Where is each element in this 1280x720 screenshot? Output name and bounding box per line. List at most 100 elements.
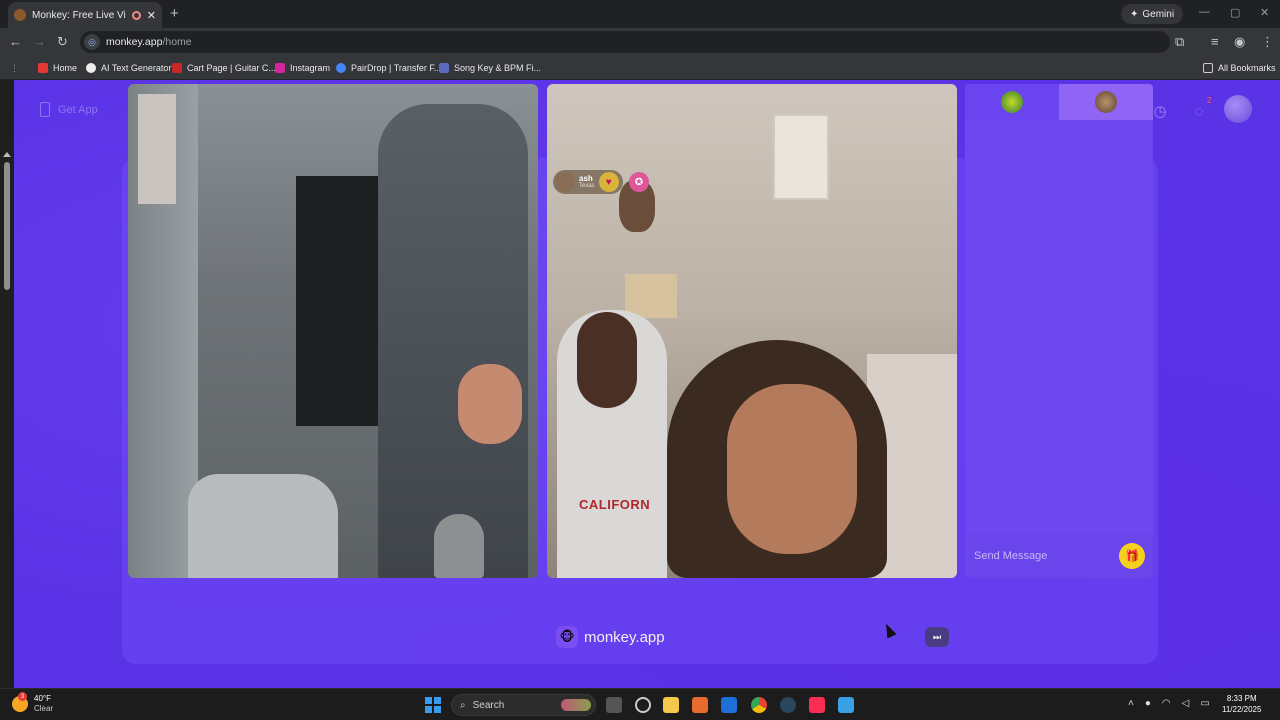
wall-frame [773, 114, 829, 200]
sparkle-icon: ✦ [1130, 8, 1139, 20]
weather-widget[interactable]: 3 40°F Clear [12, 692, 53, 714]
clock-time: 8:33 PM [1226, 694, 1257, 703]
window [138, 94, 176, 204]
bookmark-songkey[interactable]: Song Key & BPM Fi... [439, 61, 541, 75]
volume-icon[interactable]: ◁ [1182, 698, 1190, 709]
plastic-bag [188, 474, 338, 578]
scroll-up-arrow[interactable] [3, 152, 11, 157]
hand [458, 364, 522, 444]
scrollbar-thumb[interactable] [4, 162, 10, 290]
monkey-logo-icon: 🐵 [556, 626, 578, 648]
media-icon[interactable]: ≡ [1211, 34, 1219, 50]
cart-icon [172, 63, 182, 73]
tab-chat-a[interactable] [965, 84, 1059, 120]
message-input[interactable] [974, 550, 1114, 562]
tab-title: Monkey: Free Live Video Ch [32, 9, 126, 21]
back-icon[interactable]: ← [9, 34, 22, 50]
bookmark-cart[interactable]: Cart Page | Guitar C... [172, 61, 276, 75]
app-w-icon[interactable] [721, 697, 737, 713]
site-info-icon[interactable]: ◎ [84, 34, 100, 50]
taskbar-clock[interactable]: 8:33 PM 11/22/2025 [1222, 693, 1261, 715]
bookmark-home[interactable]: Home [38, 61, 77, 75]
photos-icon[interactable] [838, 697, 854, 713]
partner-location: Texas [579, 183, 595, 189]
tab-a-icon [1001, 91, 1023, 113]
wifi-icon[interactable]: ◠ [1162, 698, 1171, 709]
bookmark-pairdrop[interactable]: PairDrop | Transfer F... [336, 61, 441, 75]
send-message-box: 🎁 [965, 534, 1153, 578]
microphone-icon[interactable]: ● [1145, 698, 1151, 709]
taskbar-search[interactable]: ⌕ Search [451, 694, 596, 716]
partner-avatar [555, 172, 575, 192]
all-bookmarks[interactable]: All Bookmarks [1203, 61, 1276, 75]
partner-name: ash [579, 174, 593, 183]
search-icon: ⌕ [460, 699, 466, 711]
apps-icon[interactable]: ⋮ [10, 61, 19, 75]
message-count-badge: 2 [1207, 96, 1212, 105]
bookmark-instagram[interactable]: Instagram [275, 61, 330, 75]
bookmarks-bar: ⋮ Home AI Text Generator Cart Page | Gui… [0, 56, 1280, 80]
partner-face [727, 384, 857, 554]
reload-icon[interactable]: ↻ [57, 34, 68, 50]
partner-info-pill[interactable]: ash Texas ♥ [553, 170, 623, 194]
url-path: /home [162, 36, 192, 48]
cast-icon[interactable]: ⧉ [1175, 34, 1184, 50]
start-icon[interactable] [425, 697, 441, 713]
clock-date: 11/22/2025 [1222, 705, 1262, 714]
tab-chat-b[interactable] [1059, 84, 1153, 120]
bookmark-label: AI Text Generator [101, 63, 172, 73]
person-hoodie [378, 104, 528, 578]
get-app-button[interactable]: Get App [40, 102, 98, 117]
app-a-icon[interactable] [692, 697, 708, 713]
cup [434, 514, 484, 578]
bookmark-ai-text[interactable]: AI Text Generator [86, 61, 171, 75]
minimize-icon[interactable]: — [1199, 6, 1210, 18]
heart-icon[interactable]: ♥ [598, 172, 619, 192]
self-video [128, 84, 538, 578]
maximize-icon[interactable]: ▢ [1230, 6, 1240, 19]
bookmark-label: PairDrop | Transfer F... [351, 63, 442, 73]
tab-b-avatar [1095, 91, 1117, 113]
skip-icon[interactable]: ⏭ [925, 627, 949, 647]
music-icon[interactable] [809, 697, 825, 713]
battery-icon[interactable]: ▭ [1200, 698, 1209, 709]
bookmark-label: Song Key & BPM Fi... [454, 63, 542, 73]
new-tab-button[interactable]: + [170, 6, 179, 21]
chat-tabs [965, 84, 1153, 120]
chrome-icon[interactable] [751, 697, 767, 713]
address-bar[interactable]: ◎ monkey.app /home [80, 31, 1170, 53]
file-explorer-icon[interactable] [663, 697, 679, 713]
bookmark-label: Instagram [290, 63, 331, 73]
tab-close-icon[interactable]: ✕ [147, 9, 156, 22]
task-view-icon[interactable] [606, 697, 622, 713]
phone-icon [40, 102, 50, 117]
close-window-icon[interactable]: ✕ [1260, 6, 1269, 19]
chevron-up-icon[interactable]: ˄ [1128, 698, 1134, 709]
partner-video: CALIFORN [547, 84, 957, 578]
folder-icon [1203, 63, 1213, 73]
monkey-favicon-icon [14, 9, 26, 21]
taskbar-search-label: Search [472, 699, 505, 711]
search-highlight-image [561, 699, 591, 711]
copilot-icon[interactable] [635, 697, 651, 713]
badge-icon[interactable]: ✪ [629, 172, 649, 192]
url-host: monkey.app [106, 36, 163, 48]
gift-icon[interactable]: 🎁 [1119, 543, 1145, 569]
shirt-text: CALIFORN [579, 497, 651, 512]
forward-icon[interactable]: → [33, 34, 46, 50]
background-person-head [577, 312, 637, 408]
steam-icon[interactable] [780, 697, 796, 713]
menu-icon[interactable]: ⋮ [1261, 34, 1274, 50]
gemini-button[interactable]: ✦ Gemini [1121, 4, 1184, 24]
bookmark-label: Cart Page | Guitar C... [187, 63, 276, 73]
lamp [625, 274, 677, 318]
watermark-text: monkey.app [584, 628, 665, 646]
windows-taskbar: 3 40°F Clear ⌕ Search ˄ ● ◠ ◁ ▭ 8:33 PM … [0, 688, 1280, 720]
temperature: 40°F [34, 694, 51, 703]
weather-badge: 3 [18, 692, 27, 701]
all-bookmarks-label: All Bookmarks [1218, 63, 1276, 73]
user-avatar[interactable] [1224, 95, 1252, 123]
recording-icon [131, 10, 141, 20]
profile-icon[interactable]: ◉ [1234, 34, 1245, 50]
tab-monkey[interactable]: Monkey: Free Live Video Ch ✕ [8, 2, 162, 28]
